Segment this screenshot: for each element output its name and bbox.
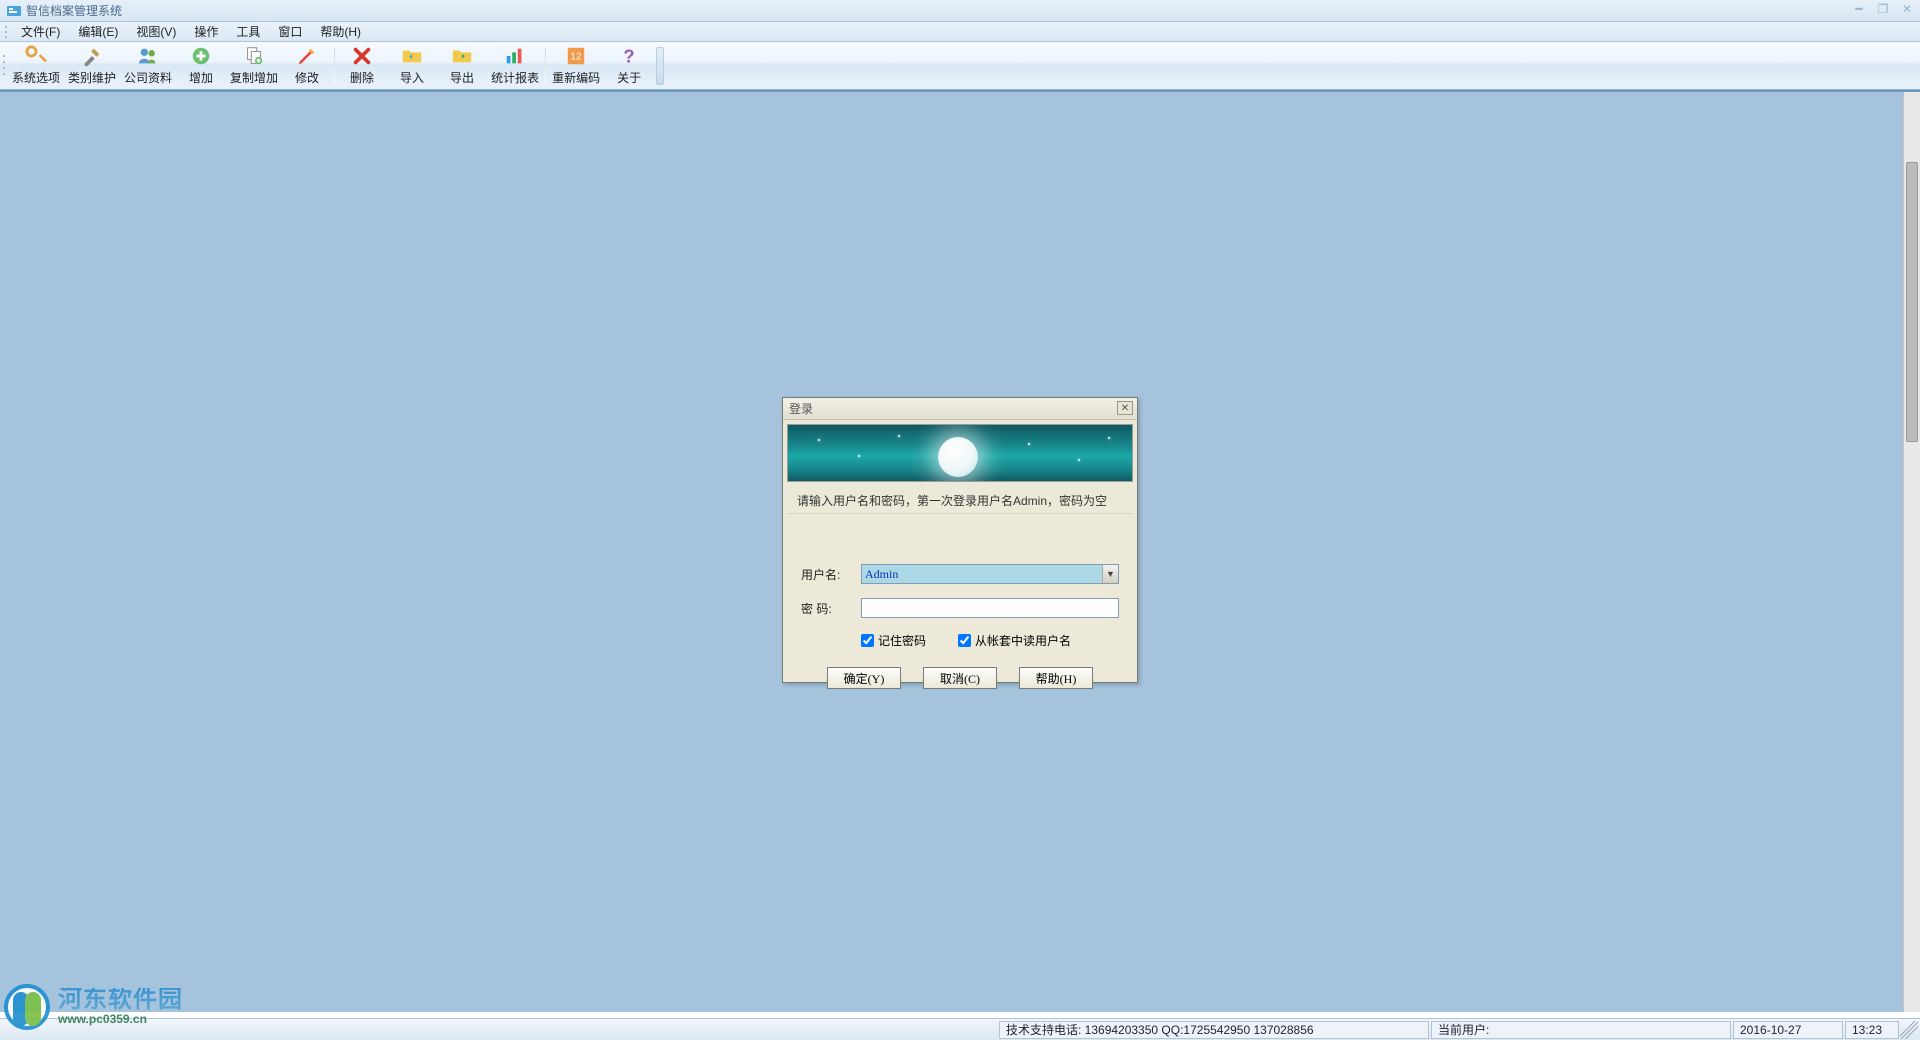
menu-edit[interactable]: 编辑(E) [69,21,127,42]
pencil-icon [296,45,318,67]
menu-tools[interactable]: 工具 [227,21,269,42]
moon-icon [938,437,978,477]
copy-icon [243,45,265,67]
remember-password-label: 记住密码 [878,632,926,649]
toolbar-delete[interactable]: 删除 [337,44,387,88]
toolbar-about[interactable]: ? 关于 [604,44,654,88]
toolbar-label: 增加 [189,69,213,86]
toolbar-label: 导入 [400,69,424,86]
star-icon [1108,437,1110,439]
help-button[interactable]: 帮助(H) [1019,667,1093,689]
minimize-button[interactable]: ━ [1850,2,1868,16]
star-icon [1078,459,1080,461]
toolbar-copy-add[interactable]: 复制增加 [226,44,282,88]
toolbar-label: 统计报表 [491,69,539,86]
app-icon [6,3,22,19]
menu-view[interactable]: 视图(V) [127,21,185,42]
app-title: 智信档案管理系统 [26,2,122,19]
renumber-icon: 12 [565,45,587,67]
users-icon [137,45,159,67]
dialog-close-button[interactable]: ✕ [1117,401,1133,415]
status-support: 技术支持电话: 13694203350 QQ:1725542950 137028… [999,1021,1429,1039]
maximize-button[interactable]: ❐ [1874,2,1892,16]
toolbar-label: 类别维护 [68,69,116,86]
username-label: 用户名: [801,566,861,583]
remember-password-checkbox[interactable]: 记住密码 [861,632,926,649]
svg-text:?: ? [623,45,634,66]
delete-icon [351,45,373,67]
help-icon: ? [618,45,640,67]
chart-icon [504,45,526,67]
close-button[interactable]: ✕ [1898,2,1916,16]
read-from-book-checkbox[interactable]: 从帐套中读用户名 [958,632,1071,649]
remember-password-input[interactable] [861,634,874,647]
menu-action[interactable]: 操作 [185,21,227,42]
read-from-book-input[interactable] [958,634,971,647]
star-icon [898,435,900,437]
read-from-book-label: 从帐套中读用户名 [975,632,1071,649]
star-icon [818,439,820,441]
toolbar-label: 关于 [617,69,641,86]
title-bar: 智信档案管理系统 ━ ❐ ✕ [0,0,1920,22]
star-icon [858,455,860,457]
menu-bar: 文件(F) 编辑(E) 视图(V) 操作 工具 窗口 帮助(H) [0,22,1920,42]
chevron-down-icon[interactable]: ▼ [1102,565,1118,583]
scrollbar-thumb[interactable] [1906,162,1918,442]
toolbar-label: 修改 [295,69,319,86]
toolbar-import[interactable]: 导入 [387,44,437,88]
toolbar-overflow-icon[interactable] [656,47,664,85]
star-icon [1028,443,1030,445]
toolbar-grip-icon [2,48,6,84]
toolbar-renumber[interactable]: 12 重新编码 [548,44,604,88]
resize-grip-icon[interactable] [1900,1021,1918,1039]
login-hint: 请输入用户名和密码，第一次登录用户名Admin，密码为空 [787,486,1133,514]
menu-help[interactable]: 帮助(H) [311,21,370,42]
vertical-scrollbar[interactable] [1903,92,1920,1012]
tools-icon [81,45,103,67]
svg-text:12: 12 [570,52,582,63]
toolbar-label: 复制增加 [230,69,278,86]
status-spacer [1,1021,997,1039]
login-dialog: 登录 ✕ 请输入用户名和密码，第一次登录用户名Admin，密码为空 用户名: ▼… [782,397,1138,683]
username-input[interactable] [861,564,1119,584]
toolbar-label: 公司资料 [124,69,172,86]
ok-button[interactable]: 确定(Y) [827,667,901,689]
plus-icon [190,45,212,67]
toolbar-export[interactable]: 导出 [437,44,487,88]
toolbar-add[interactable]: 增加 [176,44,226,88]
toolbar-system-options[interactable]: 系统选项 [8,44,64,88]
password-input[interactable] [861,598,1119,618]
password-label: 密 码: [801,600,861,617]
folder-in-icon [401,45,423,67]
toolbar-category-maintain[interactable]: 类别维护 [64,44,120,88]
toolbar-separator [334,48,335,84]
status-time: 13:23 [1845,1021,1899,1039]
toolbar-report[interactable]: 统计报表 [487,44,543,88]
dialog-banner [787,424,1133,482]
wrench-icon [25,45,47,67]
cancel-button[interactable]: 取消(C) [923,667,997,689]
menu-grip-icon [4,24,8,40]
toolbar: 系统选项 类别维护 公司资料 增加 复制增加 [0,42,1920,90]
toolbar-label: 导出 [450,69,474,86]
status-date: 2016-10-27 [1733,1021,1843,1039]
toolbar-separator [545,48,546,84]
toolbar-label: 重新编码 [552,69,600,86]
menu-window[interactable]: 窗口 [269,21,311,42]
toolbar-label: 系统选项 [12,69,60,86]
menu-file[interactable]: 文件(F) [12,21,69,42]
dialog-title: 登录 [789,400,813,417]
toolbar-label: 删除 [350,69,374,86]
toolbar-company-info[interactable]: 公司资料 [120,44,176,88]
status-current-user: 当前用户: [1431,1021,1731,1039]
status-bar: 技术支持电话: 13694203350 QQ:1725542950 137028… [0,1018,1920,1040]
username-combo[interactable]: ▼ [861,564,1119,584]
folder-out-icon [451,45,473,67]
toolbar-edit[interactable]: 修改 [282,44,332,88]
dialog-title-bar[interactable]: 登录 ✕ [783,398,1137,420]
